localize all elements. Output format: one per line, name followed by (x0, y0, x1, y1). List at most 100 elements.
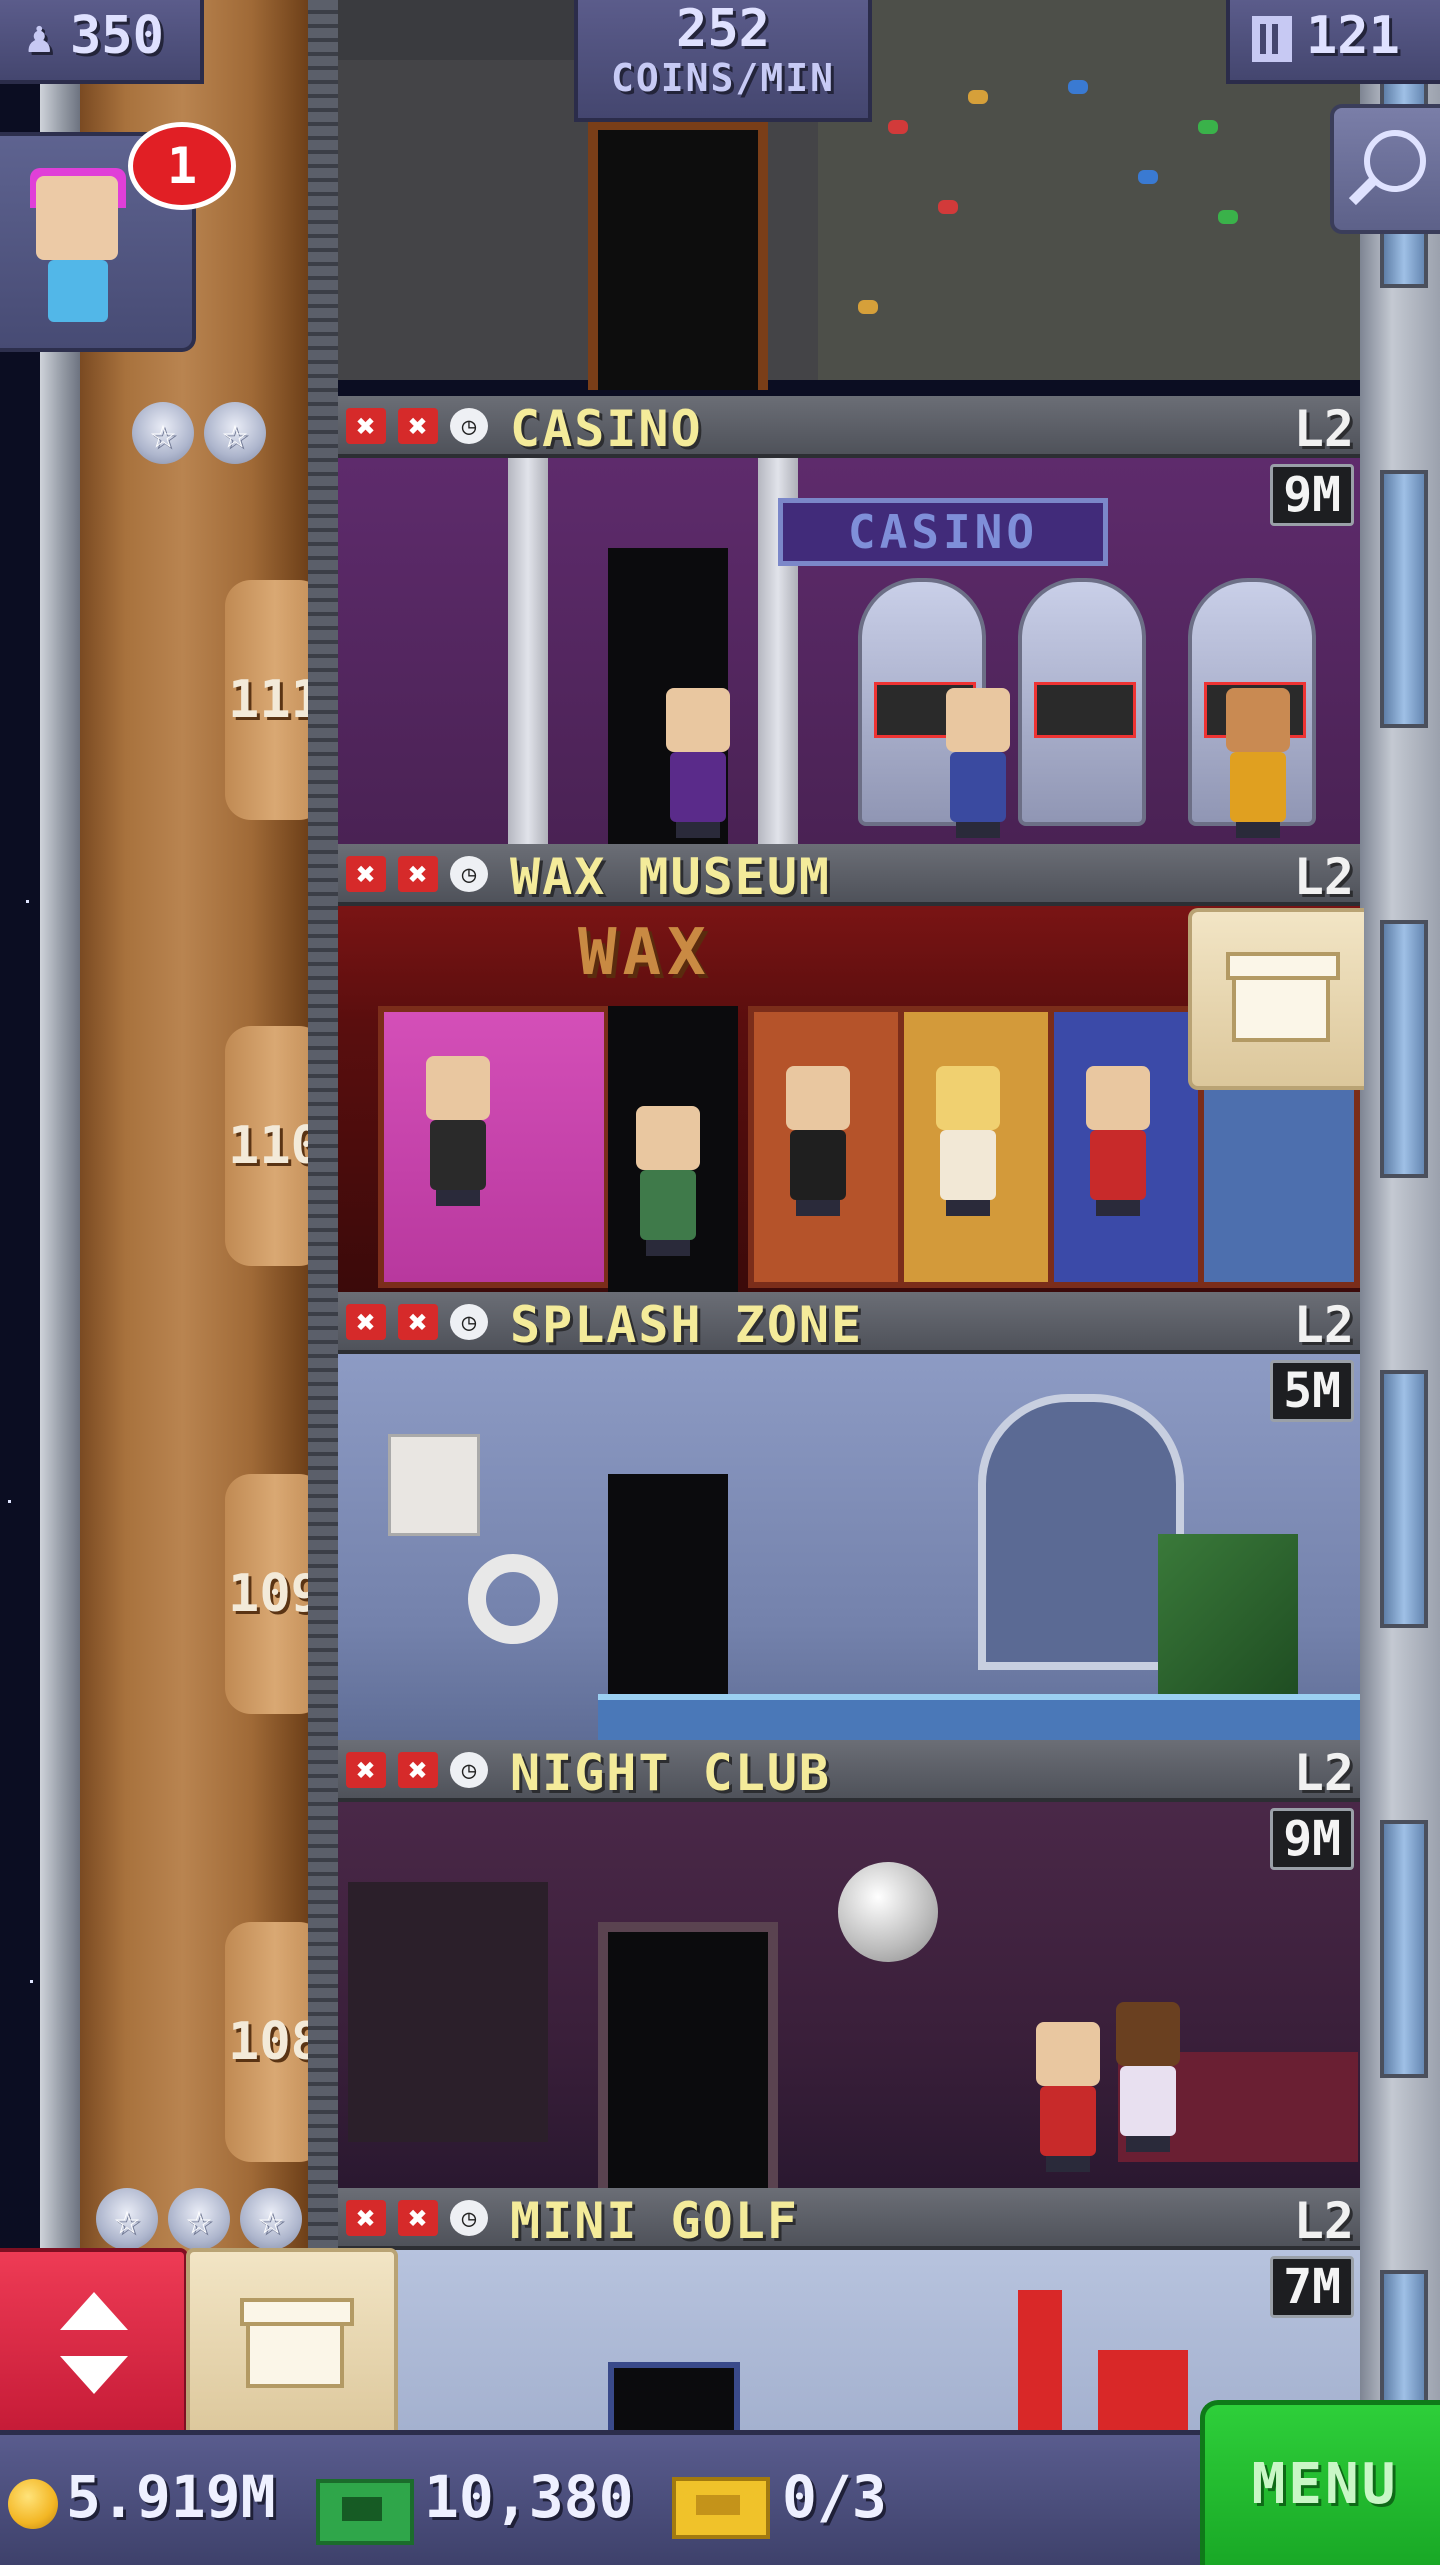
floor-count-value: 121 (1306, 6, 1400, 66)
floor-name: WAX MUSEUM (510, 848, 832, 906)
floor-price: 7M (1270, 2256, 1354, 2318)
wax-figure (418, 1056, 498, 1206)
bux-icon (316, 2479, 414, 2545)
shaft-rail (308, 0, 338, 2560)
star-icon: ☆ (204, 402, 266, 464)
close-icon: ✖ (346, 408, 386, 444)
bux-balance: 10,380 (424, 2463, 634, 2531)
wax-figure (778, 1066, 858, 1216)
clock-icon: ◷ (450, 856, 488, 892)
exterior-window (1380, 1820, 1428, 2078)
floor-name: NIGHT CLUB (510, 1744, 832, 1802)
floor-title-bar: ✖ ✖ ◷ WAX MUSEUM L2 (338, 844, 1360, 906)
coins-per-min-value: 252 (676, 0, 770, 59)
bitizen[interactable] (628, 1106, 708, 1256)
floor-title-bar: ✖ ✖ ◷ SPLASH ZONE L2 (338, 1292, 1360, 1354)
search-button[interactable] (1330, 104, 1440, 234)
coins-per-min-panel: 252 COINS/MIN (574, 0, 872, 122)
palm-tree (1158, 1534, 1298, 1694)
building-exterior (1360, 0, 1440, 2560)
exterior-window (1380, 470, 1428, 728)
space-background (0, 0, 40, 2560)
floor-title-bar: ✖ ✖ ◷ MINI GOLF L2 (338, 2188, 1360, 2250)
close-icon: ✖ (398, 1752, 438, 1788)
room-interior (338, 1802, 1360, 2198)
floor-splash-zone[interactable]: ✖ ✖ ◷ SPLASH ZONE L2 5M (338, 1292, 1360, 1746)
clock-icon: ◷ (450, 1304, 488, 1340)
present-icon (240, 2298, 354, 2388)
coins-per-min-unit: COINS/MIN (611, 56, 835, 100)
population-counter[interactable]: ♟ 350 (0, 0, 204, 84)
menu-button[interactable]: MENU (1200, 2400, 1440, 2565)
notice-board (388, 1434, 480, 1536)
star-icon: ☆ (240, 2188, 302, 2250)
slot-machine (1018, 578, 1146, 826)
floor-count-counter[interactable]: 121 (1226, 0, 1440, 84)
wax-figure (1078, 1066, 1158, 1216)
floor-price: 9M (1270, 464, 1354, 526)
present-icon (1226, 952, 1340, 1042)
floor-name: CASINO (510, 400, 703, 458)
notification-badge: 1 (128, 122, 236, 210)
close-icon: ✖ (346, 856, 386, 892)
mini-city-building (1018, 2290, 1062, 2430)
floor-price: 9M (1270, 1808, 1354, 1870)
bitizen[interactable] (1218, 688, 1298, 838)
close-icon: ✖ (398, 856, 438, 892)
pool (598, 1694, 1360, 1746)
room-door (598, 1922, 778, 2198)
tower-pole (40, 0, 80, 2560)
present-button[interactable] (1188, 908, 1364, 1090)
close-icon: ✖ (346, 2200, 386, 2236)
elevator-arrows-icon (60, 2292, 128, 2330)
floor-mini-golf[interactable]: ✖ ✖ ◷ MINI GOLF L2 7M (338, 2188, 1360, 2436)
population-icon: ♟ (26, 12, 53, 63)
floor-price: 5M (1270, 1360, 1354, 1422)
stock-button[interactable] (186, 2248, 398, 2442)
elevator-shaft[interactable]: 111 110 109 108 ☆ ☆ ☆ ☆ ☆ (80, 0, 325, 2560)
ticket-icon (672, 2477, 770, 2539)
coin-icon (8, 2479, 58, 2529)
population-value: 350 (70, 6, 164, 66)
floors-icon (1252, 16, 1292, 62)
clock-icon: ◷ (450, 408, 488, 444)
clock-icon: ◷ (450, 1752, 488, 1788)
coins-balance: 5.919M (66, 2463, 276, 2531)
floor-level: L2 (1293, 2192, 1354, 2250)
room-door (608, 2362, 740, 2436)
close-icon: ✖ (346, 1752, 386, 1788)
bitizen[interactable] (938, 688, 1018, 838)
clock-icon: ◷ (450, 2200, 488, 2236)
elevator-button[interactable] (0, 2248, 188, 2442)
exterior-window (1380, 920, 1428, 1178)
floor-level: L2 (1293, 1296, 1354, 1354)
disco-ball (838, 1862, 938, 1962)
floor-night-club[interactable]: ✖ ✖ ◷ NIGHT CLUB L2 9M (338, 1740, 1360, 2198)
exterior-window (1380, 1370, 1428, 1628)
wax-figure (928, 1066, 1008, 1216)
close-icon: ✖ (398, 408, 438, 444)
bar-shelves (348, 1882, 548, 2142)
star-icon: ☆ (132, 402, 194, 464)
bitizen[interactable] (658, 688, 738, 838)
mini-city-building (1098, 2350, 1188, 2430)
wax-sign: WAX (578, 916, 712, 990)
ticket-count: 0/3 (782, 2463, 887, 2531)
floor-title-bar: ✖ ✖ ◷ CASINO L2 (338, 396, 1360, 458)
bitizen[interactable] (1108, 2002, 1188, 2152)
floor-level: L2 (1293, 400, 1354, 458)
floor-name: SPLASH ZONE (510, 1296, 864, 1354)
floor-casino[interactable]: ✖ ✖ ◷ CASINO L2 CASINO 9M (338, 396, 1360, 844)
bitizen[interactable] (1028, 2022, 1108, 2172)
star-icon: ☆ (168, 2188, 230, 2250)
floor-level: L2 (1293, 1744, 1354, 1802)
close-icon: ✖ (346, 1304, 386, 1340)
room-interior (338, 1354, 1360, 1746)
life-ring (468, 1554, 558, 1644)
close-icon: ✖ (398, 1304, 438, 1340)
casino-sign: CASINO (778, 498, 1108, 566)
room-door (588, 120, 768, 390)
floor-title-bar: ✖ ✖ ◷ NIGHT CLUB L2 (338, 1740, 1360, 1802)
room-window (978, 1394, 1184, 1670)
floor-level: L2 (1293, 848, 1354, 906)
